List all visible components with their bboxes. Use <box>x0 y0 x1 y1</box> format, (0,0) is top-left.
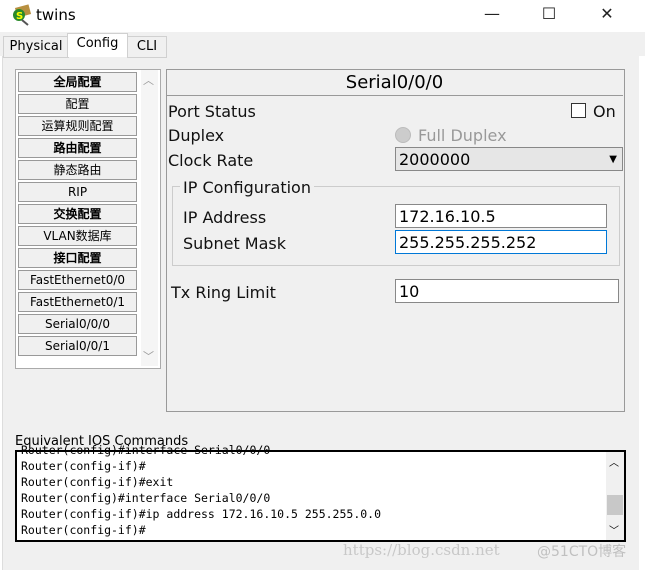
chevron-down-icon: ▼ <box>609 154 617 165</box>
console-line: Router(config-if)#ip address 172.16.10.5… <box>21 507 382 521</box>
sidebar-item[interactable]: 静态路由 <box>18 160 137 180</box>
clock-rate-label: Clock Rate <box>168 151 254 170</box>
watermark-url: https://blog.csdn.net <box>343 541 500 559</box>
ip-address-input[interactable]: 172.16.10.5 <box>395 204 607 228</box>
tab-cli[interactable]: CLI <box>127 36 167 58</box>
tab-config[interactable]: Config <box>67 33 128 57</box>
ip-address-label: IP Address <box>183 208 267 227</box>
sidebar-item[interactable]: Serial0/0/0 <box>18 314 137 334</box>
sidebar-item[interactable]: RIP <box>18 182 137 202</box>
sidebar-item[interactable]: 交换配置 <box>18 204 137 224</box>
console-line: Router(config-if)#exit <box>21 475 174 489</box>
panel-title: Serial0/0/0 <box>166 69 623 96</box>
subnet-mask-label: Subnet Mask <box>183 234 287 253</box>
scroll-up-icon[interactable]: ︿ <box>609 454 619 469</box>
sidebar-item[interactable]: FastEthernet0/0 <box>18 270 137 290</box>
sidebar-item[interactable]: 运算规则配置 <box>18 116 137 136</box>
ios-commands-console[interactable]: Router(config)#interface Serial0/0/0 Rout… <box>15 443 626 542</box>
watermark-site: @51CTO博客 <box>537 544 627 560</box>
scroll-up-icon[interactable]: ︿ <box>143 72 154 88</box>
sidebar-scrollbar[interactable] <box>141 70 158 366</box>
console-line: Router(config-if)# <box>21 459 146 473</box>
maximize-button[interactable]: ☐ <box>534 4 564 23</box>
clock-rate-select[interactable]: 2000000 ▼ <box>395 147 623 171</box>
port-on-checkbox[interactable] <box>571 103 586 118</box>
console-scrollbar[interactable]: ︿ ﹀ <box>606 452 624 540</box>
ip-configuration-label: IP Configuration <box>180 178 314 197</box>
tx-ring-limit-label: Tx Ring Limit <box>171 283 276 302</box>
minimize-button[interactable]: — <box>477 4 507 23</box>
sidebar-item[interactable]: 接口配置 <box>18 248 137 268</box>
tx-ring-limit-input[interactable]: 10 <box>395 279 619 303</box>
scroll-thumb[interactable] <box>607 495 623 515</box>
sidebar-item[interactable]: 路由配置 <box>18 138 137 158</box>
tab-physical[interactable]: Physical <box>3 36 69 58</box>
sidebar-item[interactable]: VLAN数据库 <box>18 226 137 246</box>
full-duplex-label: Full Duplex <box>418 126 507 145</box>
console-line: Router(config-if)# <box>21 523 146 537</box>
console-line: Router(config)#interface Serial0/0/0 <box>21 491 271 505</box>
scroll-down-icon[interactable]: ﹀ <box>609 522 619 537</box>
duplex-label: Duplex <box>168 126 225 145</box>
window-title: twins <box>36 6 76 24</box>
console-line: Router(config)#interface Serial0/0/0 <box>21 443 271 457</box>
close-button[interactable]: ✕ <box>592 4 622 23</box>
sidebar-item[interactable]: 全局配置 <box>18 72 137 92</box>
clock-rate-value: 2000000 <box>399 150 471 169</box>
sidebar-item[interactable]: 配置 <box>18 94 137 114</box>
sidebar-item[interactable]: Serial0/0/1 <box>18 336 137 356</box>
port-on-label: On <box>593 102 616 121</box>
subnet-mask-input[interactable]: 255.255.255.252 <box>395 230 607 254</box>
app-icon: S <box>13 4 32 26</box>
port-status-label: Port Status <box>168 102 256 121</box>
sidebar-item[interactable]: FastEthernet0/1 <box>18 292 137 312</box>
scroll-down-icon[interactable]: ﹀ <box>143 348 154 364</box>
full-duplex-radio[interactable] <box>395 127 411 143</box>
